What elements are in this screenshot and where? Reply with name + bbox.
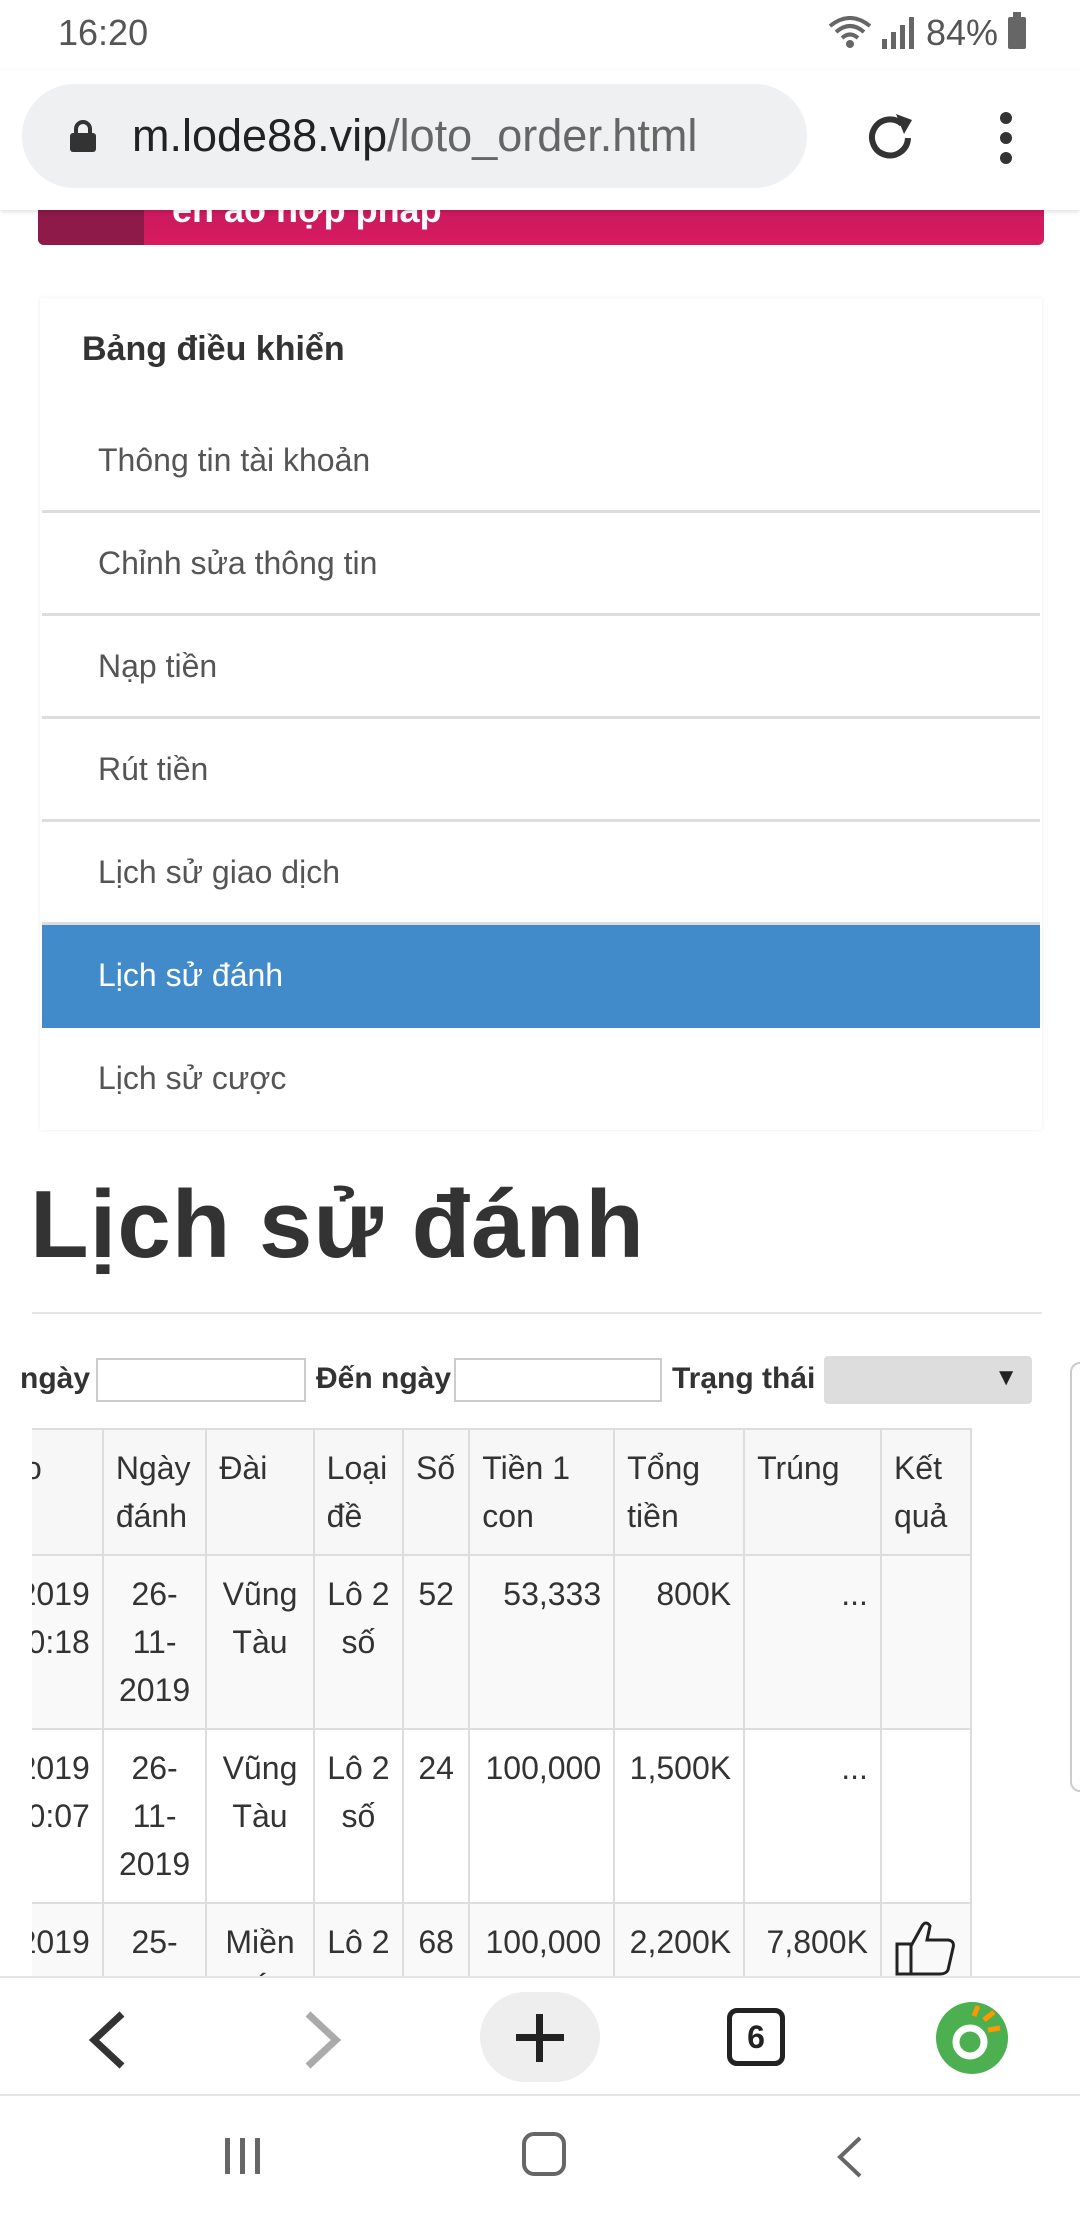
cell-type: Lô 2 số <box>312 1554 405 1730</box>
system-back-icon[interactable] <box>834 2134 864 2180</box>
wifi-icon <box>828 16 872 48</box>
cell-station: Miền bắc <box>205 1902 315 1978</box>
url-field[interactable]: m.lode88.vip/loto_order.html <box>22 84 807 188</box>
menu-item-edit-info[interactable]: Chỉnh sửa thông tin <box>42 513 1040 616</box>
cell-created: 1-2019 20:07 <box>32 1728 104 1904</box>
lock-icon <box>70 120 96 152</box>
cell-number: 68 <box>402 1902 471 1978</box>
col-per-unit: Tiền 1 con <box>468 1428 616 1556</box>
menu-item-account-info[interactable]: Thông tin tài khoản <box>42 410 1040 513</box>
browser-address-bar: m.lode88.vip/loto_order.html <box>0 70 1080 210</box>
battery-icon <box>1008 12 1026 49</box>
menu-item-withdraw[interactable]: Rút tiền <box>42 719 1040 822</box>
dashboard-menu: Thông tin tài khoản Chỉnh sửa thông tin … <box>42 410 1040 1131</box>
filter-bar: ngày Đến ngày Trạng thái ▼ <box>0 1352 1080 1412</box>
status-bar: 16:20 84% <box>0 0 1080 70</box>
cell-date: 26-11-2019 <box>101 1728 208 1904</box>
url-path: /loto_order.html <box>387 110 698 161</box>
browser-brand-icon[interactable] <box>936 2002 1008 2074</box>
cell-per-unit: 53,333 <box>468 1554 616 1730</box>
url-host: m.lode88.vip <box>132 110 388 161</box>
menu-item-play-history[interactable]: Lịch sử đánh <box>42 925 1040 1028</box>
cell-won: 7,800K <box>743 1902 882 1978</box>
cell-station: Vũng Tàu <box>205 1554 315 1730</box>
col-type: Loại đề <box>312 1428 405 1556</box>
col-won: Trúng <box>743 1428 882 1556</box>
col-play-date: Ngày đánh <box>101 1428 208 1556</box>
table-header-row: tạo Ngày đánh Đài Loại đề Số Tiền 1 con … <box>32 1428 973 1556</box>
to-date-input[interactable] <box>454 1358 662 1402</box>
cell-result <box>879 1902 973 1978</box>
cell-per-unit: 100,000 <box>468 1728 616 1904</box>
cell-total: 1,500K <box>613 1728 746 1904</box>
battery-percent: 84% <box>925 12 998 53</box>
to-date-label: Đến ngày <box>316 1362 452 1395</box>
chevron-down-icon: ▼ <box>994 1364 1018 1391</box>
reload-icon[interactable] <box>862 110 918 166</box>
table-row: 1-2019 20:07 26-11-2019 Vũng Tàu Lô 2 số… <box>32 1728 973 1904</box>
thumbs-up-icon <box>895 1921 955 1976</box>
status-select[interactable]: ▼ <box>824 1356 1032 1404</box>
cell-number: 52 <box>402 1554 471 1730</box>
recent-apps-icon[interactable] <box>223 2136 263 2176</box>
forward-icon[interactable] <box>300 2010 346 2070</box>
browser-toolbar: 6 <box>0 1976 1080 2096</box>
cell-result <box>879 1728 973 1904</box>
history-table: tạo Ngày đánh Đài Loại đề Số Tiền 1 con … <box>32 1428 973 1978</box>
cell-total: 2,200K <box>613 1902 746 1978</box>
table-row: 1-2019 20:18 26-11-2019 Vũng Tàu Lô 2 số… <box>32 1554 973 1730</box>
cell-date: 26-11-2019 <box>101 1554 208 1730</box>
cell-total: 800K <box>613 1554 746 1730</box>
cell-won: ... <box>743 1554 882 1730</box>
cell-type: Lô 2 số <box>312 1728 405 1904</box>
cell-result <box>879 1554 973 1730</box>
divider <box>32 1312 1042 1314</box>
brand-logo-icon <box>952 2005 1001 2060</box>
table-row: 1-2019 19:05 25-11-2019 Miền bắc Lô 2 số… <box>32 1902 973 1978</box>
page-title: Lịch sử đánh <box>30 1171 645 1278</box>
plus-icon <box>516 2014 564 2062</box>
cell-won: ... <box>743 1728 882 1904</box>
col-created: tạo <box>32 1428 104 1556</box>
cell-number: 24 <box>402 1728 471 1904</box>
panel-title: Bảng điều khiển <box>82 330 345 368</box>
status-label: Trạng thái <box>672 1362 816 1395</box>
back-icon[interactable] <box>84 2010 130 2070</box>
more-options-icon[interactable] <box>994 108 1018 168</box>
from-date-input[interactable] <box>96 1358 306 1402</box>
cell-date: 25-11-2019 <box>101 1902 208 1978</box>
col-result: Kết quả <box>879 1428 973 1556</box>
menu-item-deposit[interactable]: Nạp tiền <box>42 616 1040 719</box>
scroll-handle[interactable] <box>1070 1362 1080 1792</box>
cell-type: Lô 2 số <box>312 1902 405 1978</box>
status-time: 16:20 <box>58 12 149 53</box>
home-icon[interactable] <box>522 2132 566 2176</box>
dashboard-panel: Bảng điều khiển Thông tin tài khoản Chỉn… <box>40 298 1042 1130</box>
new-tab-button[interactable] <box>480 1992 600 2082</box>
col-number: Số <box>402 1428 471 1556</box>
menu-item-bet-history[interactable]: Lịch sử cược <box>42 1028 1040 1131</box>
cell-created: 1-2019 19:05 <box>32 1902 104 1978</box>
cell-per-unit: 100,000 <box>468 1902 616 1978</box>
col-total: Tổng tiền <box>613 1428 746 1556</box>
system-navigation-bar <box>0 2096 1080 2220</box>
status-indicators: 84% <box>828 12 1026 54</box>
history-table-container[interactable]: tạo Ngày đánh Đài Loại đề Số Tiền 1 con … <box>32 1428 1042 1978</box>
from-date-label: ngày <box>20 1362 91 1395</box>
url-text: m.lode88.vip/loto_order.html <box>132 110 697 162</box>
signal-icon <box>881 17 914 49</box>
col-station: Đài <box>205 1428 315 1556</box>
tab-switcher-button[interactable]: 6 <box>727 2008 785 2066</box>
cell-created: 1-2019 20:18 <box>32 1554 104 1730</box>
cell-station: Vũng Tàu <box>205 1728 315 1904</box>
menu-item-transaction-history[interactable]: Lịch sử giao dịch <box>42 822 1040 925</box>
